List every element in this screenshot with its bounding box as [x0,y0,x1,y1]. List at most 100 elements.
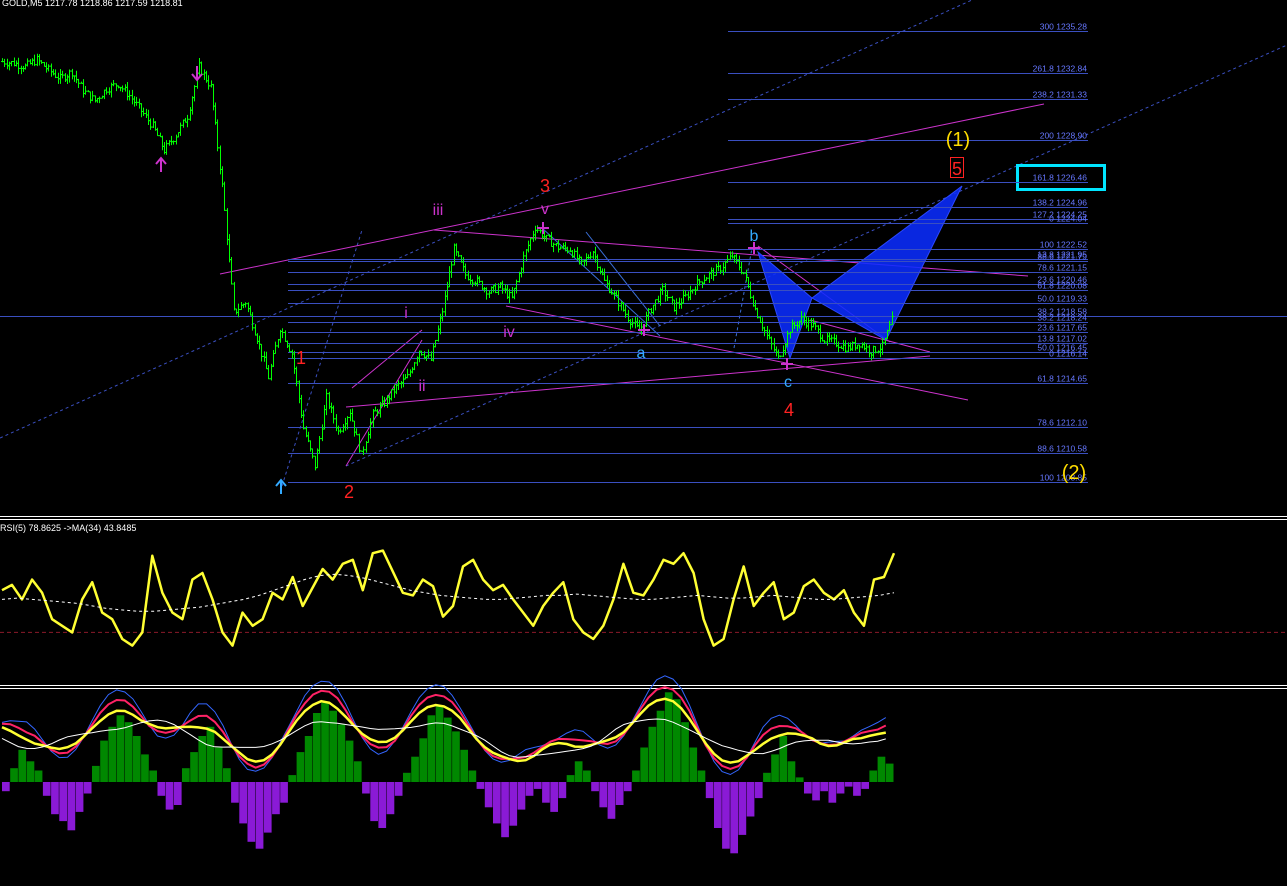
price-candle [121,85,124,93]
histogram-bar [280,782,288,803]
price-candle [673,299,676,312]
fib-level-label: 78.6 1221.15 [1037,263,1087,273]
price-candle [529,237,532,251]
price-candle [427,349,430,359]
histogram-bar [182,768,190,782]
price-candle [469,274,472,285]
price-candle [573,248,576,258]
arrow-up-icon [275,478,287,494]
price-candle [865,343,868,353]
price-candle [761,317,764,332]
price-candle [722,262,725,276]
price-candle [165,140,168,155]
price-candle [367,431,370,444]
price-candle [98,96,101,104]
price-candle [214,102,217,125]
price-candle [170,135,173,146]
histogram-bar [141,754,149,782]
histogram-bar [116,715,125,782]
histogram-bar [157,782,166,796]
histogram-bar [206,726,215,782]
price-candle [260,343,263,362]
histogram-bar [730,782,738,854]
price-candle [156,127,159,137]
histogram-bar [542,782,550,803]
histogram-bar [705,782,714,799]
price-candle [777,349,780,360]
histogram-bar [92,765,100,782]
price-candle [666,289,669,302]
price-candle [193,85,196,102]
price-candle [131,89,134,105]
price-candle [128,90,131,101]
histogram-bar [75,782,84,812]
price-candle [31,58,34,66]
price-candle [464,263,467,280]
histogram-bar [714,782,722,828]
price-candle [390,389,393,401]
price-candle [775,346,778,357]
histogram-bar [411,756,419,782]
price-series [1,53,894,471]
price-candle [247,302,250,313]
price-candle [763,326,766,337]
price-candle [286,340,289,349]
price-candle [511,287,514,299]
histogram-bar [190,752,198,782]
price-candle [115,83,118,92]
histogram-bar [877,756,886,782]
histogram-bar [836,782,845,794]
price-candle [335,414,338,432]
histogram-bar [681,722,689,782]
histogram-bar [386,782,395,815]
price-candle [830,334,833,343]
histogram-bar [853,782,861,796]
trading-chart-window: 300 1235.28 261.8 1232.84 238.2 1231.33 200… [0,0,1287,886]
price-candle [413,361,416,371]
wave-label-1: 1 [296,348,306,368]
histogram-bar [632,770,640,782]
chart-canvas[interactable]: 300 1235.28 261.8 1232.84 238.2 1231.33 200… [0,0,1287,886]
histogram-bar [468,770,477,782]
price-candle [314,455,317,471]
price-candle [661,283,664,295]
fib-level-label: 38.2 1218.24 [1037,313,1087,323]
histogram-bar [484,782,493,808]
price-candle [230,257,233,285]
histogram-bar [378,782,387,828]
price-candle [240,301,243,311]
fibonacci-levels: 300 1235.28 261.8 1232.84 238.2 1231.33 200… [288,22,1088,483]
histogram-bar [214,747,223,782]
histogram-bar [828,782,837,803]
price-candle [353,420,356,437]
histogram-bar [345,740,354,782]
price-candle [844,340,847,354]
price-candle [182,119,185,128]
price-candle [522,251,525,274]
histogram-bar [558,782,567,799]
histogram-bar [83,782,92,794]
price-candle [779,355,782,358]
price-candle [349,409,352,422]
price-candle [277,339,280,348]
price-candle [52,69,55,76]
price-candle [668,296,671,299]
histogram-bar [2,782,10,792]
price-candle [175,134,178,145]
histogram-bar [321,701,329,782]
price-candle [300,394,303,418]
histogram-bar [263,782,272,833]
wave-label-4: 4 [784,400,794,420]
price-candle [200,61,203,76]
fib-level-label: 0 1224.04 [1049,214,1087,224]
histogram-bar [337,724,346,782]
price-candle [323,404,326,430]
price-candle [404,374,407,380]
price-candle [471,279,474,287]
price-candle [309,440,312,452]
histogram-bar [100,740,108,782]
price-candle [369,418,372,439]
histogram-bar [763,772,771,782]
price-candle [599,266,602,275]
histogram-bar [722,782,730,849]
